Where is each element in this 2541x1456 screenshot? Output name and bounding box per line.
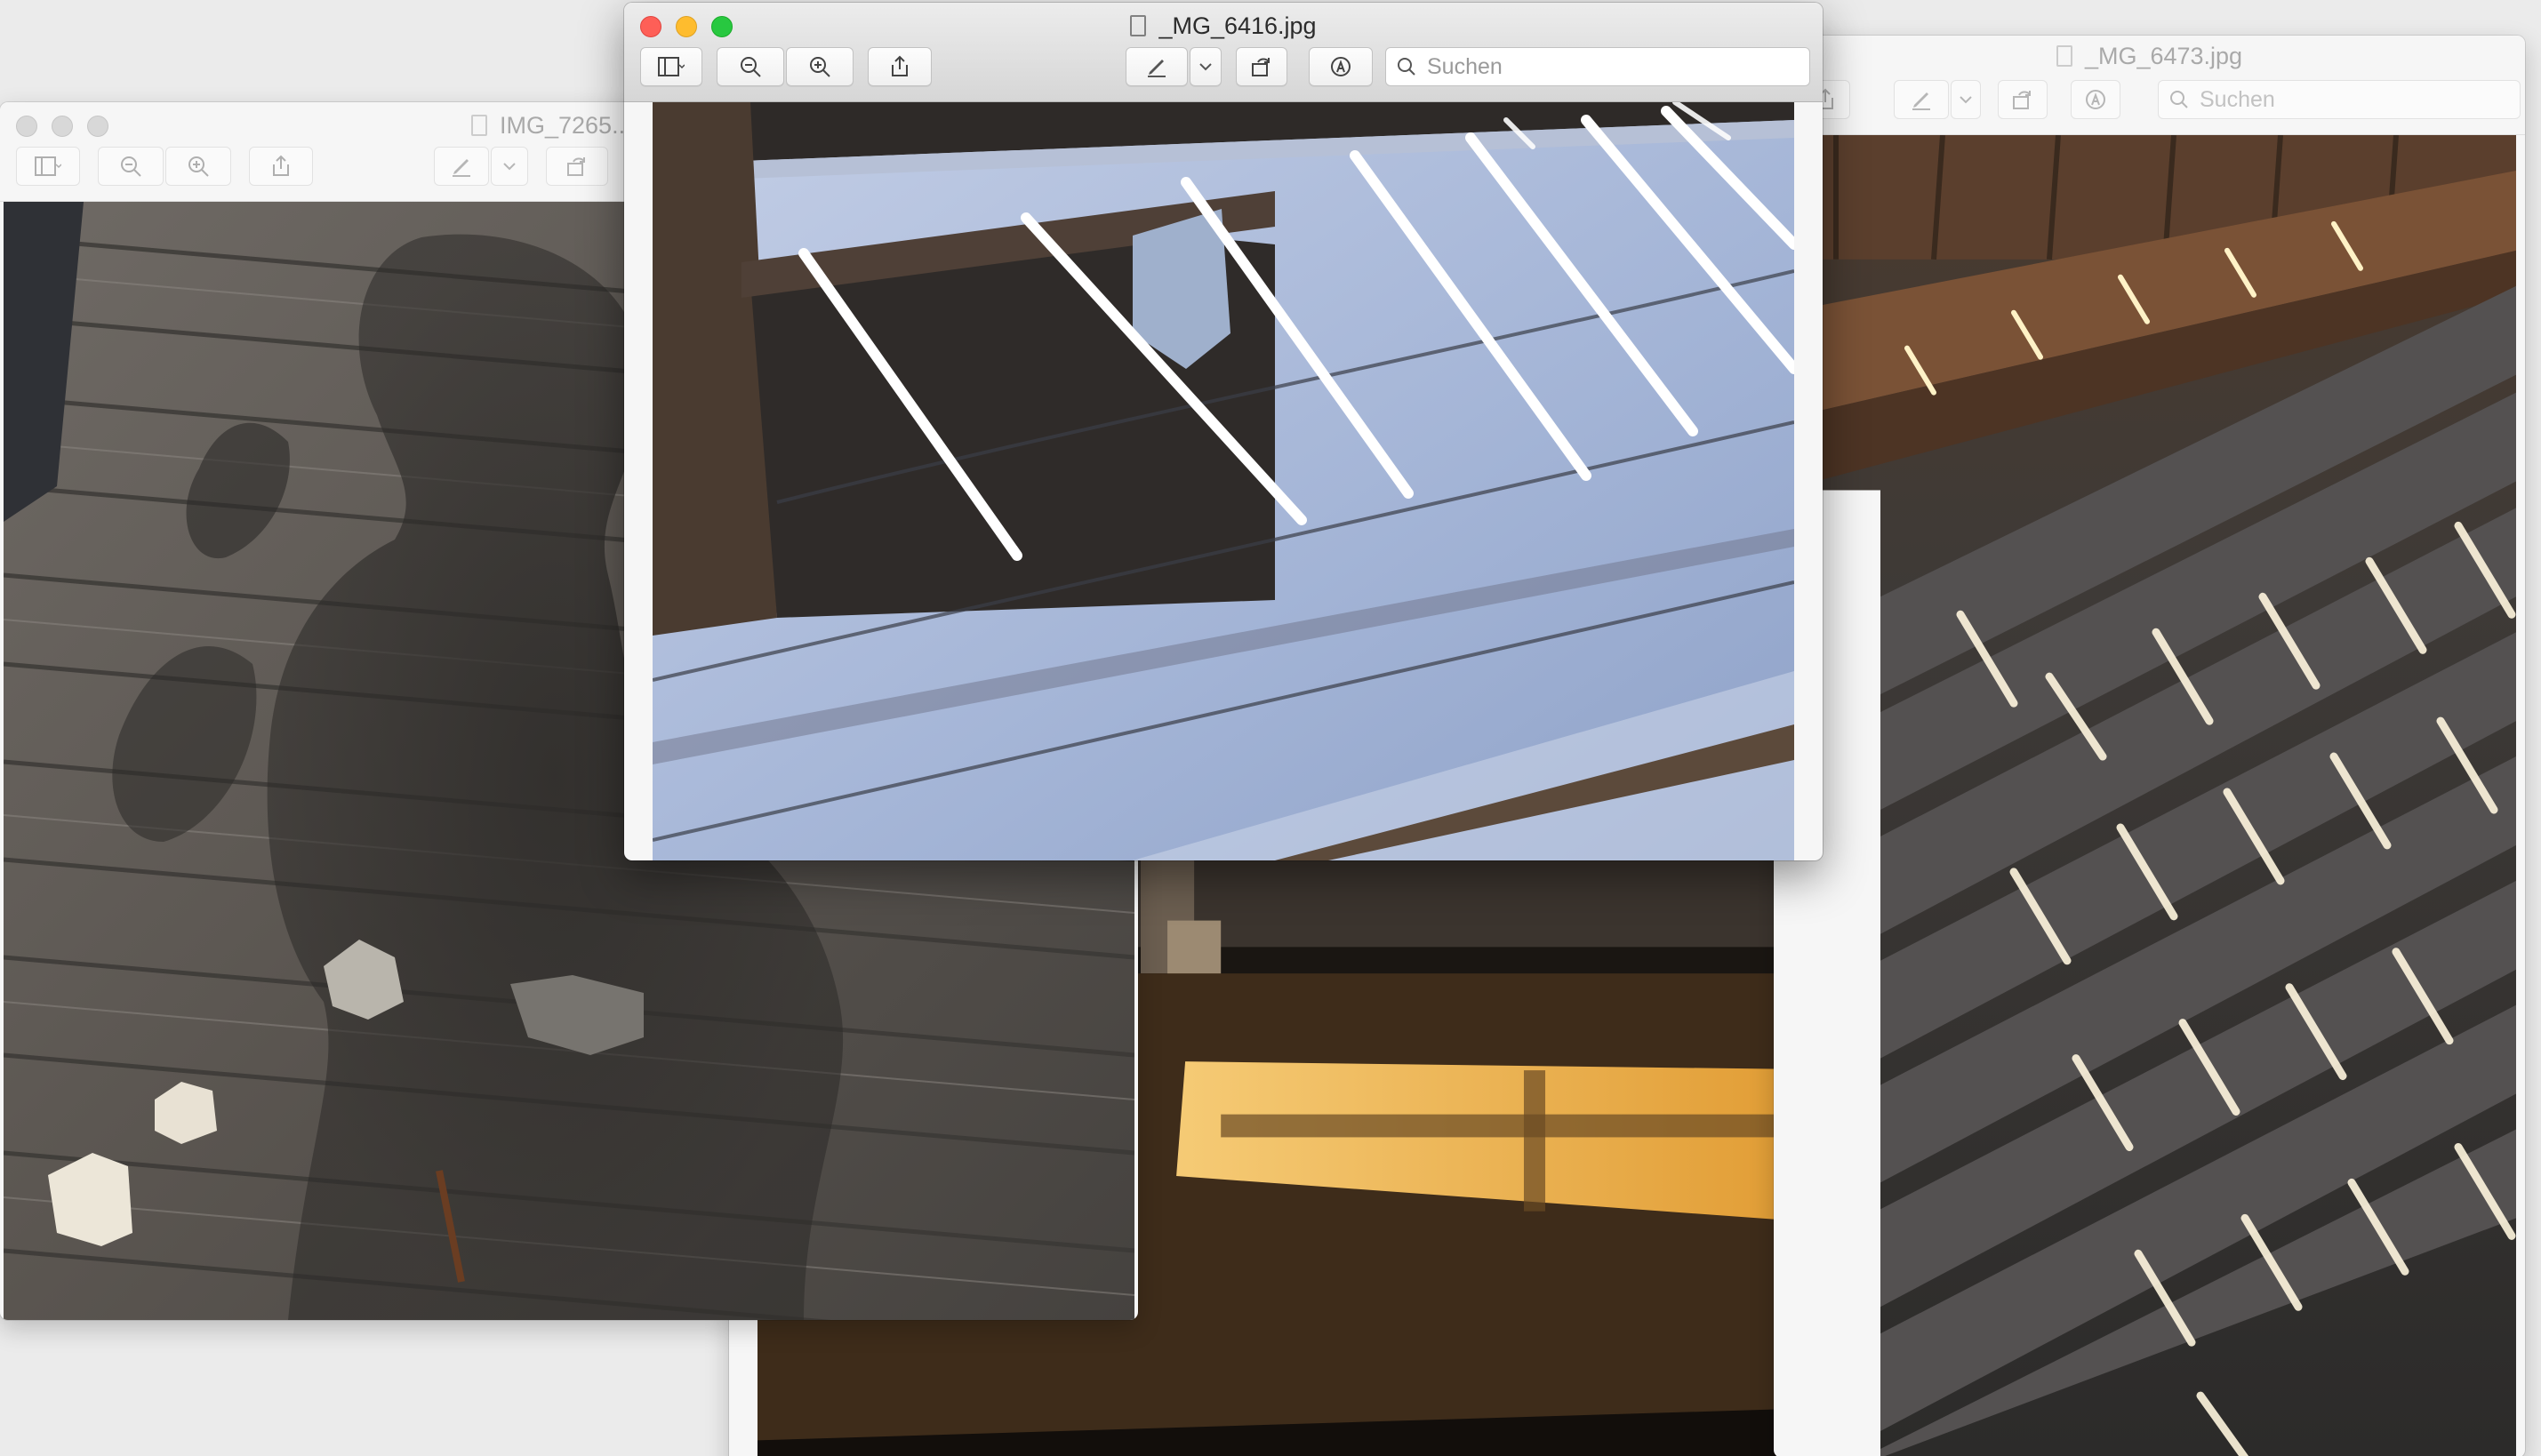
document-icon	[1130, 15, 1147, 36]
share-button[interactable]	[868, 47, 932, 86]
desktop: _MG_6473.jpg Suchen IMG_7265... _MG_6416…	[0, 0, 2541, 1456]
chevron-down-icon	[1960, 96, 1972, 104]
preview-window-mg-6416[interactable]: _MG_6416.jpg Suchen	[624, 3, 1823, 860]
markup-pen-icon	[1148, 60, 1166, 77]
markup-pen-icon	[453, 159, 470, 177]
search-field[interactable]: Suchen	[2158, 80, 2521, 119]
annotate-button[interactable]	[1309, 47, 1373, 86]
sidebar-icon	[658, 57, 685, 76]
snow-deck-photo	[653, 102, 1794, 860]
rotate-button[interactable]	[1236, 47, 1287, 86]
zoom-out-button[interactable]	[98, 147, 164, 186]
window-title: IMG_7265...	[471, 110, 632, 140]
minimize-button[interactable]	[52, 116, 73, 137]
share-icon	[892, 55, 908, 76]
zoom-in-icon	[188, 156, 209, 177]
preview-window-mg-6473[interactable]: _MG_6473.jpg Suchen	[1774, 36, 2525, 1456]
search-placeholder: Suchen	[1427, 53, 1503, 79]
rotate-button[interactable]	[546, 147, 608, 186]
zoom-button[interactable]	[87, 116, 108, 137]
zoom-in-icon	[810, 57, 830, 77]
markup-button[interactable]	[434, 147, 489, 186]
chevron-down-icon	[503, 163, 516, 171]
window-controls	[16, 116, 108, 137]
markup-button[interactable]	[1126, 47, 1188, 86]
search-field[interactable]: Suchen	[1385, 47, 1810, 86]
sidebar-button[interactable]	[16, 147, 80, 186]
markup-menu-button[interactable]	[1190, 47, 1222, 86]
annotate-icon	[2086, 90, 2105, 109]
search-icon	[1398, 58, 1415, 76]
sidebar-button[interactable]	[640, 47, 702, 86]
zoom-out-icon	[741, 57, 761, 77]
window-title: _MG_6416.jpg	[624, 11, 1823, 41]
annotate-icon	[1331, 57, 1351, 76]
window-title: _MG_6473.jpg	[1774, 41, 2525, 71]
close-button[interactable]	[16, 116, 37, 137]
markup-menu-button[interactable]	[491, 147, 528, 186]
search-placeholder: Suchen	[2200, 86, 2275, 112]
document-icon	[471, 115, 487, 136]
zoom-out-button[interactable]	[717, 47, 784, 86]
markup-pen-icon	[1912, 92, 1930, 110]
share-button[interactable]	[249, 147, 313, 186]
window-titlebar[interactable]: _MG_6416.jpg Suchen	[624, 3, 1823, 102]
share-icon	[273, 155, 289, 176]
annotate-button[interactable]	[2071, 80, 2120, 119]
window-titlebar[interactable]: _MG_6473.jpg Suchen	[1774, 36, 2525, 135]
search-icon	[2170, 91, 2188, 108]
sidebar-icon	[35, 156, 61, 176]
rotate-icon	[1252, 58, 1270, 76]
markup-button[interactable]	[1894, 80, 1949, 119]
zoom-in-button[interactable]	[165, 147, 231, 186]
rotate-icon	[2013, 91, 2031, 109]
deck-sunlight-photo	[1783, 135, 2516, 1456]
rotate-icon	[567, 157, 585, 176]
zoom-in-button[interactable]	[786, 47, 854, 86]
rotate-button[interactable]	[1998, 80, 2048, 119]
markup-menu-button[interactable]	[1951, 80, 1981, 119]
zoom-out-icon	[121, 156, 141, 177]
document-icon	[2056, 45, 2072, 67]
chevron-down-icon	[1199, 63, 1212, 71]
